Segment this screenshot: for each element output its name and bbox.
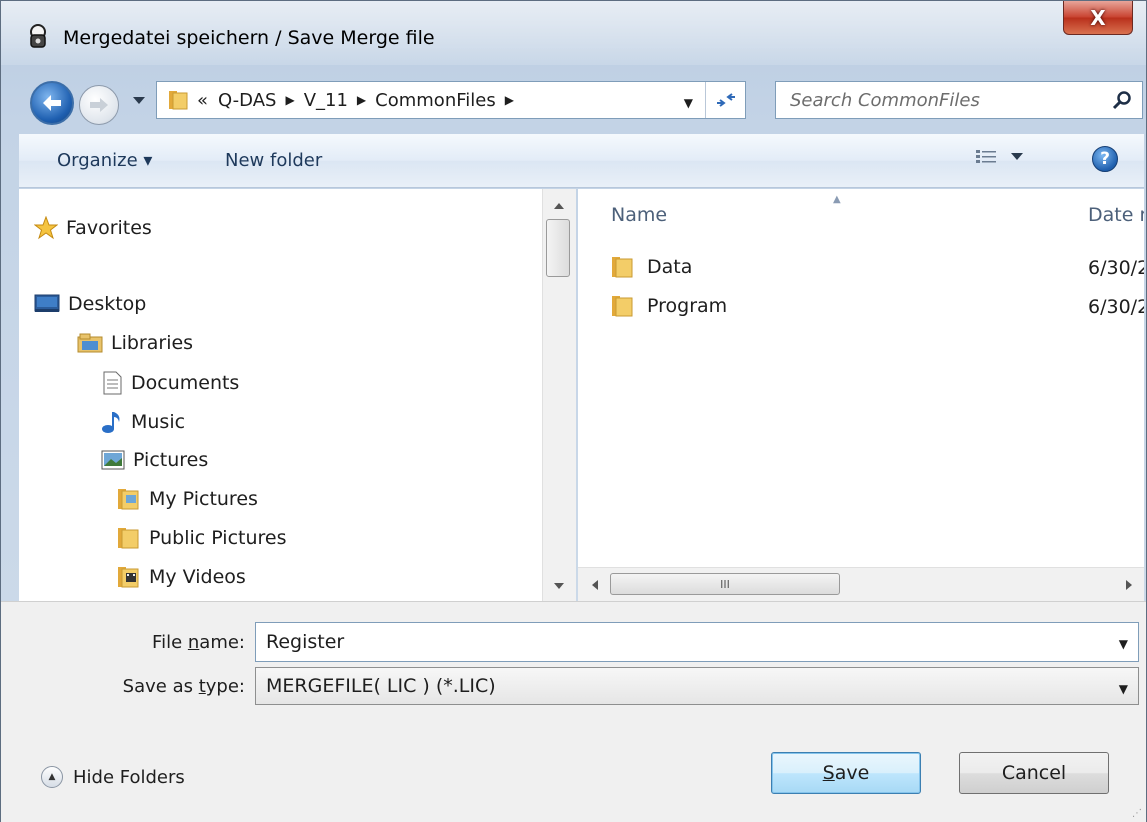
back-button[interactable] [30,81,74,125]
help-button[interactable]: ? [1092,146,1118,172]
file-name-value: Register [266,631,345,653]
back-arrow-icon [43,95,61,111]
cancel-button[interactable]: Cancel [959,752,1109,794]
chevron-down-icon[interactable]: ▼ [1119,682,1128,696]
nav-item-my-videos[interactable]: My Videos [117,565,246,589]
resize-grip-icon[interactable]: ⋰ [1132,808,1142,819]
change-view-button[interactable] [975,149,1023,165]
breadcrumb-separator-icon[interactable]: ▶ [285,93,294,107]
save-type-select[interactable]: MERGEFILE( LIC ) (*.LIC) ▼ [255,667,1139,705]
nav-item-pictures[interactable]: Pictures [101,449,208,471]
breadcrumb-separator-icon[interactable]: ▶ [357,93,366,107]
breadcrumb-item-commonfiles[interactable]: CommonFiles [375,90,496,111]
search-placeholder: Search CommonFiles [790,89,980,111]
folder-icon [169,91,188,110]
nav-item-documents[interactable]: Documents [101,371,239,395]
navigation-pane: Favorites Desktop Libraries Documents Mu… [19,189,569,601]
scroll-down-icon[interactable] [554,583,564,589]
nav-item-libraries[interactable]: Libraries [77,332,193,354]
file-name: Program [647,295,728,317]
video-folder-icon [118,567,139,588]
new-folder-button[interactable]: New folder [225,150,322,171]
nav-item-favorites[interactable]: Favorites [34,216,152,240]
file-date: 6/30/2 [1088,257,1144,279]
breadcrumb-item-qdas[interactable]: Q-DAS [218,90,276,111]
nav-item-music[interactable]: Music [101,410,185,434]
file-name: Data [647,256,693,278]
breadcrumb-prefix[interactable]: « [197,90,208,111]
refresh-icon [716,93,735,107]
document-icon [103,371,122,395]
navigation-bar: « Q-DAS ▶ V_11 ▶ CommonFiles ▶ ▼ Search … [1,71,1146,127]
address-bar[interactable]: « Q-DAS ▶ V_11 ▶ CommonFiles ▶ ▼ [156,81,746,119]
folder-icon [118,528,139,549]
refresh-button[interactable] [705,82,745,118]
nav-item-label: Pictures [133,449,209,471]
recent-pages-dropdown-icon[interactable] [133,97,145,105]
save-options-panel: File name: Register ▼ Save as type: MERG… [1,601,1146,822]
save-type-value: MERGEFILE( LIC ) (*.LIC) [266,675,496,697]
column-header-date[interactable]: Date r [1088,204,1144,226]
folder-icon [612,296,633,317]
nav-item-label: Music [131,411,186,433]
column-header-name[interactable]: Name [611,204,667,226]
desktop-icon [34,294,60,312]
file-list-horizontal-scrollbar[interactable]: III [578,567,1144,601]
file-name-label: File name: [152,632,245,653]
hide-folders-button[interactable]: ▲ Hide Folders [41,766,185,788]
search-icon[interactable] [1112,90,1132,110]
file-date: 6/30/2 [1088,296,1144,318]
file-list-pane: ▲ Name Date r Data 6/30/2 Program 6/30/2 [578,189,1144,567]
nav-item-label: My Pictures [149,488,258,510]
address-dropdown-icon[interactable]: ▼ [684,96,693,110]
save-button[interactable]: Save [771,752,921,794]
music-icon [102,412,120,433]
nav-item-label: Public Pictures [149,527,287,549]
file-row-data[interactable]: Data [611,255,692,279]
file-name-field[interactable]: Register ▼ [255,622,1139,662]
breadcrumb-item-v11[interactable]: V_11 [304,90,348,111]
navigation-pane-scrollbar[interactable] [542,189,576,601]
title-bar: Mergedatei speichern / Save Merge file X [1,1,1146,65]
nav-item-label: My Videos [149,566,246,588]
file-row-program[interactable]: Program [611,294,727,318]
hide-folders-label: Hide Folders [73,766,185,788]
scroll-up-icon[interactable] [554,203,564,209]
libraries-icon [77,333,103,353]
save-type-label: Save as type: [122,676,245,697]
forward-arrow-icon [90,98,108,112]
view-list-icon [976,150,996,163]
nav-item-desktop[interactable]: Desktop [34,293,146,315]
nav-item-my-pictures[interactable]: My Pictures [117,487,258,511]
star-icon [34,216,58,240]
close-button[interactable]: X [1063,1,1133,35]
chevron-up-icon: ▲ [41,766,63,788]
forward-button[interactable] [79,85,119,125]
chevron-down-icon [1011,153,1023,160]
scrollbar-thumb[interactable] [546,219,570,277]
nav-item-public-pictures[interactable]: Public Pictures [117,526,287,550]
app-icon [30,24,46,48]
nav-item-label: Favorites [66,217,152,239]
search-input[interactable]: Search CommonFiles [775,81,1143,119]
organize-menu-button[interactable]: Organize ▾ [57,150,152,171]
pictures-icon [101,450,125,470]
scroll-right-icon[interactable] [1126,580,1132,590]
command-toolbar: Organize ▾ New folder ? [19,134,1144,188]
sort-ascending-icon: ▲ [833,194,841,205]
nav-item-label: Libraries [111,332,194,354]
folder-icon [612,257,633,278]
nav-item-label: Documents [131,372,240,394]
scrollbar-thumb[interactable]: III [610,573,840,595]
folder-icon [118,489,139,510]
breadcrumb-separator-icon[interactable]: ▶ [505,93,514,107]
save-dialog-window: Mergedatei speichern / Save Merge file X… [0,0,1147,822]
chevron-down-icon[interactable]: ▼ [1119,637,1128,651]
scroll-left-icon[interactable] [592,580,598,590]
window-title: Mergedatei speichern / Save Merge file [63,27,435,49]
nav-item-label: Desktop [68,293,147,315]
